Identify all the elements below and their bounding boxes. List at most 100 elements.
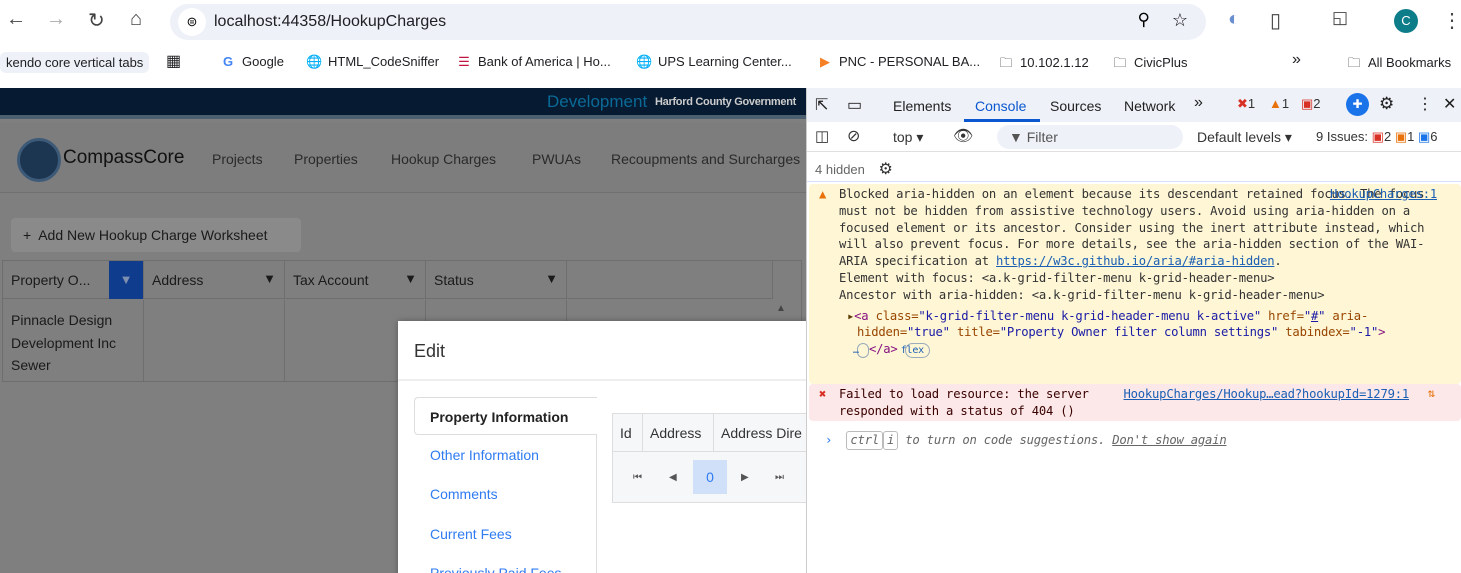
last-page-icon[interactable]: ⏭ — [775, 472, 784, 483]
tab-search-icon[interactable]: ◱ — [1332, 8, 1348, 28]
column-header-address[interactable]: Address ▼ — [144, 261, 285, 299]
star-icon[interactable]: ☆ — [1172, 10, 1188, 31]
apps-grid-icon[interactable]: ▦ — [166, 51, 181, 71]
back-icon[interactable]: ← — [6, 8, 26, 31]
live-expression-eye-icon[interactable]: 👁 — [953, 126, 973, 146]
close-icon[interactable]: ✕ — [1443, 94, 1456, 114]
cell-address[interactable] — [144, 300, 285, 382]
tab-network[interactable]: Network — [1124, 98, 1175, 114]
tab-previously-paid-fees[interactable]: Previously Paid Fees — [430, 565, 562, 573]
next-page-icon[interactable]: ▶ — [741, 472, 749, 483]
more-bookmarks-icon[interactable]: » — [1292, 51, 1301, 69]
home-icon[interactable]: ⌂ — [130, 8, 142, 31]
scroll-up-icon[interactable]: ▲ — [776, 303, 786, 314]
bookmark-kendo[interactable]: kendo core vertical tabs — [0, 52, 150, 73]
menu-kebab-icon[interactable]: ⋮ — [1442, 8, 1461, 33]
filter-icon[interactable]: ▼ — [109, 261, 143, 299]
prev-page-icon[interactable]: ◀ — [669, 472, 677, 483]
nav-pwuas[interactable]: PWUAs — [532, 151, 581, 167]
devtools-tabbar: ⇱ ▭ Elements Console Sources Network » ✖… — [807, 88, 1461, 122]
column-header-status[interactable]: Status ▼ — [426, 261, 567, 299]
forward-icon[interactable]: → — [46, 8, 66, 31]
bookmark-folder-ip[interactable]: 🗀 10.102.1.12 — [998, 54, 1088, 76]
column-header-tax-account[interactable]: Tax Account ▼ — [285, 261, 426, 299]
brand-name[interactable]: CompassCore — [63, 147, 184, 169]
bookmark-pnc[interactable]: ▶ PNC - PERSONAL BA... — [817, 54, 980, 70]
aria-spec-link[interactable]: https://w3c.github.io/aria/#aria-hidden — [996, 254, 1275, 268]
bookmark-folder-civicplus[interactable]: 🗀 CivicPlus — [1112, 54, 1187, 76]
url-text[interactable]: localhost:44358/HookupCharges — [214, 13, 446, 31]
column-header-id[interactable]: Id — [613, 414, 643, 452]
warning-count[interactable]: ▲1 — [1269, 96, 1289, 111]
flex-badge[interactable]: flex — [901, 343, 930, 359]
warning-icon: ▲ — [819, 187, 827, 201]
network-request-icon[interactable]: ⇅ — [1428, 385, 1435, 402]
zoom-icon[interactable]: ⚲ — [1138, 10, 1150, 30]
current-page[interactable]: 0 — [693, 460, 727, 494]
bookmark-htmlcodesniffer[interactable]: 🌐 HTML_CodeSniffer — [306, 54, 439, 70]
tab-comments[interactable]: Comments — [430, 486, 498, 502]
filter-icon[interactable]: ▼ — [404, 271, 417, 286]
first-page-icon[interactable]: ⏮ — [633, 472, 642, 483]
address-bar[interactable]: ⊜ localhost:44358/HookupCharges ⚲ ☆ — [170, 4, 1206, 40]
issues-button[interactable]: 9 Issues: ▣2 ▣1 ▣6 — [1316, 129, 1438, 145]
filter-icon: ▼ — [1009, 129, 1023, 145]
plus-icon: + — [23, 227, 32, 243]
console-settings-gear-icon[interactable]: ⚙ — [879, 161, 893, 178]
site-info-icon[interactable]: ⊜ — [178, 8, 206, 36]
ellipsis-button[interactable]: … — [853, 343, 869, 359]
log-levels-select[interactable]: Default levels ▾ — [1197, 129, 1292, 146]
nav-properties[interactable]: Properties — [294, 151, 358, 167]
column-header-address-direction[interactable]: Address Dire — [714, 414, 806, 452]
settings-gear-icon[interactable]: ⚙ — [1379, 94, 1394, 114]
issues-count[interactable]: ▣2 — [1301, 96, 1321, 112]
tab-console[interactable]: Console — [975, 98, 1026, 114]
column-header-property-owner[interactable]: Property O... ▼ — [3, 261, 144, 299]
device-toolbar-icon[interactable]: ▭ — [847, 95, 862, 115]
tab-elements[interactable]: Elements — [893, 98, 951, 114]
source-link[interactable]: HookupCharges:1 — [1330, 186, 1437, 203]
issue-icon: ▣ — [1301, 96, 1314, 111]
filter-icon[interactable]: ▼ — [263, 271, 276, 286]
tab-other-information[interactable]: Other Information — [430, 447, 539, 463]
app-navbar: CompassCore Projects Properties Hookup C… — [0, 123, 806, 193]
bofa-icon: ☰ — [458, 54, 470, 69]
clear-console-icon[interactable]: ⊘ — [847, 126, 860, 146]
extensions-puzzle-icon[interactable]: ▯ — [1270, 8, 1281, 33]
profile-avatar[interactable]: C — [1394, 9, 1418, 33]
dont-show-again-link[interactable]: Don't show again — [1112, 433, 1226, 447]
dom-node[interactable]: ▸<a class="k-grid-filter-menu k-grid-hea… — [839, 308, 1439, 359]
console-prompt[interactable]: › ctrl i to turn on code suggestions. Don… — [825, 431, 1445, 450]
error-count[interactable]: ✖1 — [1237, 96, 1255, 112]
filter-input[interactable]: ▼ Filter — [997, 125, 1183, 149]
county-seal-logo[interactable] — [17, 138, 61, 182]
nav-hookup-charges[interactable]: Hookup Charges — [391, 151, 496, 167]
source-link[interactable]: HookupCharges/Hookup…ead?hookupId=1279:1 — [1124, 386, 1410, 403]
browser-chrome: ← → ↻ ⌂ ⊜ localhost:44358/HookupCharges … — [0, 0, 1461, 88]
reload-icon[interactable]: ↻ — [88, 8, 105, 33]
ancestor-line: Ancestor with aria-hidden: <a.k-grid-fil… — [839, 287, 1325, 302]
nav-projects[interactable]: Projects — [212, 151, 263, 167]
add-hookup-charge-button[interactable]: + Add New Hookup Charge Worksheet — [11, 218, 301, 252]
error-icon: ✖ — [1237, 96, 1248, 111]
bookmark-google[interactable]: G Google — [220, 54, 284, 69]
environment-label: Development — [547, 92, 648, 111]
extension-icon[interactable]: ◐ — [1228, 8, 1240, 31]
more-tabs-icon[interactable]: » — [1194, 94, 1203, 112]
tab-property-information[interactable]: Property Information — [414, 397, 597, 435]
nav-recoupments[interactable]: Recoupments and Surcharges — [611, 151, 800, 167]
sidebar-toggle-icon[interactable]: ◫ — [815, 127, 829, 145]
cell-property-owner[interactable]: Pinnacle Design Development Inc Sewer — [3, 300, 144, 382]
globe-icon: 🌐 — [636, 54, 653, 69]
ai-assistance-icon[interactable]: ✚ — [1346, 93, 1369, 116]
bookmark-ups[interactable]: 🌐 UPS Learning Center... — [636, 54, 792, 70]
bookmark-bofa[interactable]: ☰ Bank of America | Ho... — [456, 54, 611, 70]
tab-current-fees[interactable]: Current Fees — [430, 526, 512, 542]
filter-icon[interactable]: ▼ — [545, 271, 558, 286]
more-options-icon[interactable]: ⋮ — [1417, 94, 1433, 114]
inspect-element-icon[interactable]: ⇱ — [815, 95, 828, 115]
all-bookmarks[interactable]: 🗀 All Bookmarks — [1346, 54, 1451, 76]
context-select[interactable]: top ▾ — [893, 129, 923, 146]
column-header-address[interactable]: Address — [643, 414, 714, 452]
tab-sources[interactable]: Sources — [1050, 98, 1101, 114]
